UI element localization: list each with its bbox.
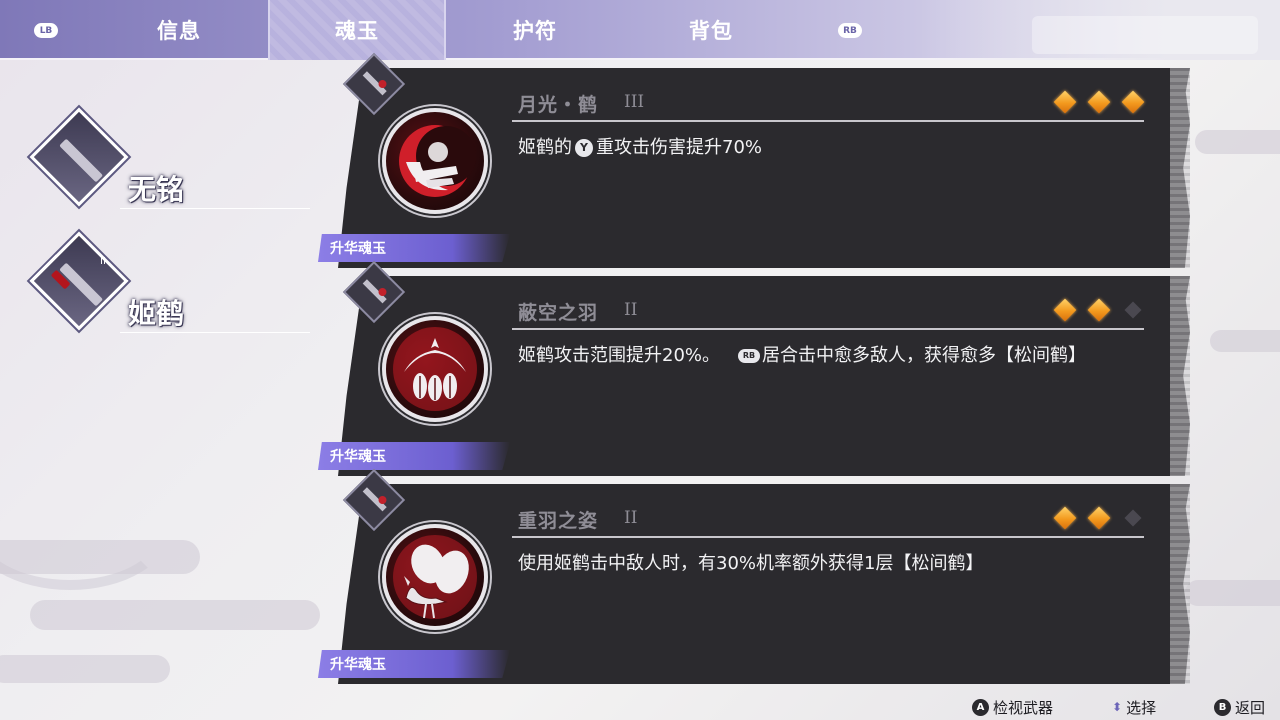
card-title-row: 月光・鹤 III (518, 90, 1145, 120)
diamond-filled-icon (1121, 90, 1145, 114)
weapon-underline (120, 208, 310, 209)
rarity-diamonds (1053, 506, 1144, 530)
rarity-diamonds (1053, 298, 1144, 322)
card-divider (512, 328, 1144, 330)
desc-text: 重攻击伤害提升70% (596, 137, 763, 158)
rb-button-icon: RB (738, 348, 761, 363)
card-rank: II (624, 300, 638, 320)
weapon-rank: II (100, 256, 106, 267)
footer-label: 返回 (1235, 698, 1266, 717)
card-title-row: 重羽之姿 II (518, 506, 1144, 536)
diamond-empty-icon (1124, 509, 1142, 527)
card-title-row: 蔽空之羽 II (518, 298, 1144, 328)
footer-label: 选择 (1126, 698, 1157, 717)
card-rank: II (624, 508, 638, 528)
crane-leaves-emblem-icon (382, 524, 488, 630)
sublimation-ribbon: 升华魂玉 (318, 650, 510, 678)
rarity-diamonds (1053, 90, 1145, 114)
weapon-name: 无铭 (128, 173, 185, 206)
card-title: 重羽之姿 (518, 510, 599, 532)
background-cloud (30, 600, 320, 630)
desc-text: 姬鹤攻击范围提升20%。 (518, 345, 721, 366)
y-button-icon: Y (575, 138, 593, 157)
background-cloud (1185, 580, 1280, 606)
b-button-icon: B (1214, 698, 1231, 716)
diamond-filled-icon (1053, 90, 1077, 114)
weapon-item-wuming[interactable]: 无铭 (29, 107, 310, 220)
a-button-icon: A (972, 698, 989, 716)
tab-soul-jade[interactable]: 魂玉 (268, 0, 446, 60)
sublimation-ribbon: 升华魂玉 (318, 234, 510, 262)
footer-label: 检视武器 (993, 698, 1054, 717)
card-torn-edge (1170, 484, 1190, 684)
footer-inspect-weapon[interactable]: A 检视武器 (972, 696, 1053, 718)
tab-bar: LB 信息 魂玉 护符 背包 RB (0, 0, 1280, 60)
card-title: 蔽空之羽 (518, 302, 599, 324)
background-cloud (0, 540, 200, 574)
card-description: 使用姬鹤击中敌人时，有30%机率额外获得1层【松间鹤】 (518, 548, 1118, 579)
weapon-item-himetsuru[interactable]: ✦ II 姬鹤 (29, 228, 310, 344)
up-down-arrows-icon: ⬍ (1112, 700, 1123, 714)
card-divider (512, 120, 1144, 122)
weapon-underline (120, 332, 310, 333)
katana-icon (29, 231, 129, 331)
soul-jade-card[interactable]: 升华魂玉 重羽之姿 II 使用姬鹤击中敌人时，有30%机率额外获得1层【松间鹤】 (318, 468, 1190, 684)
blade-shape (59, 138, 104, 183)
card-divider (512, 536, 1144, 538)
diamond-filled-icon (1053, 298, 1077, 322)
footer-select[interactable]: ⬍ 选择 (1112, 696, 1156, 718)
background-cloud (1195, 130, 1280, 154)
background-cloud (0, 655, 170, 683)
diamond-filled-icon (1053, 506, 1077, 530)
rb-button-icon[interactable]: RB (838, 23, 862, 38)
crane-feathers-emblem-icon (382, 316, 488, 422)
soul-jade-card[interactable]: 升华魂玉 蔽空之羽 II 姬鹤攻击范围提升20%。 RB 居合击中愈多敌人，获得愈多… (318, 260, 1190, 476)
card-description: 姬鹤的 Y 重攻击伤害提升70% (518, 132, 1118, 163)
diamond-empty-icon (1124, 301, 1142, 319)
background-cloud (1210, 330, 1280, 352)
weapon-name: 姬鹤 (128, 297, 185, 330)
desc-text: 使用姬鹤击中敌人时，有30%机率额外获得1层【松间鹤】 (518, 553, 984, 574)
card-rank: III (624, 92, 645, 112)
desc-text: 居合击中愈多敌人，获得愈多【松间鹤】 (762, 345, 1087, 366)
diamond-filled-icon (1087, 90, 1111, 114)
desc-text: 姬鹤的 (518, 137, 572, 158)
crescent-crane-emblem-icon (382, 108, 488, 214)
tab-info[interactable]: 信息 (90, 0, 268, 60)
tab-bar-right-panel (1032, 16, 1258, 54)
lb-button-icon[interactable]: LB (34, 23, 58, 38)
soul-jade-card[interactable]: 升华魂玉 月光・鹤 III 姬鹤的 Y 重攻击伤害提升70% (318, 52, 1190, 268)
card-title: 月光・鹤 (518, 94, 599, 116)
card-description: 姬鹤攻击范围提升20%。 RB 居合击中愈多敌人，获得愈多【松间鹤】 (518, 340, 1118, 371)
tab-bag[interactable]: 背包 (622, 0, 800, 60)
diamond-filled-icon (1087, 298, 1111, 322)
footer-back[interactable]: B 返回 (1214, 696, 1265, 718)
card-torn-edge (1170, 276, 1190, 476)
diamond-filled-icon (1087, 506, 1111, 530)
card-torn-edge (1170, 68, 1190, 268)
sublimation-ribbon: 升华魂玉 (318, 442, 510, 470)
dagger-icon (29, 107, 129, 207)
tab-amulet[interactable]: 护符 (446, 0, 624, 60)
